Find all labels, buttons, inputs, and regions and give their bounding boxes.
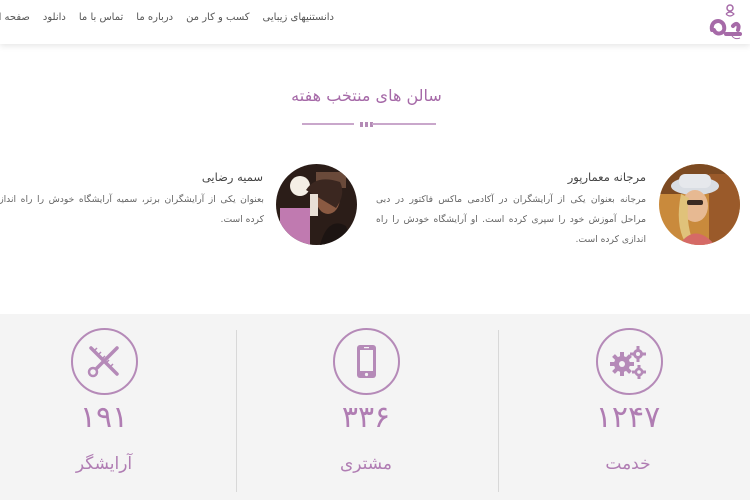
nav-beauty-tips[interactable]: دانستنیهای زیبایی [263, 12, 334, 23]
title-divider [302, 120, 436, 130]
stat-number-customers: ۳۳۶ [341, 400, 391, 435]
profile-avatar-somayeh [276, 164, 357, 245]
stat-number-services: ۱۲۴۷ [595, 400, 661, 435]
stats-divider [236, 330, 237, 492]
stats-section: ۱۲۴۷ خدمت ۳۳۶ مشتری ۱۹۱ آرایشگر [0, 314, 750, 500]
profile-avatar-marjaneh [659, 164, 740, 245]
nav-my-business[interactable]: کسب و کار من [186, 12, 249, 23]
scissors-comb-icon [71, 328, 138, 395]
stat-label-services: خدمت [605, 454, 651, 474]
nav-home[interactable]: صفحه اصلی [0, 12, 30, 23]
nav-contact[interactable]: تماس با ما [79, 12, 123, 23]
profile-description: مرجانه بعنوان یکی از آرایشگران در آکادمی… [376, 194, 646, 245]
nav-about[interactable]: درباره ما [136, 12, 173, 23]
featured-salons-title: سالن های منتخب هفته [291, 86, 442, 105]
profile-name: سمیه رضایی [201, 170, 263, 184]
mobile-phone-icon [333, 328, 400, 395]
nav-download[interactable]: دانلود [43, 12, 66, 23]
site-header: صفحه اصلی دانلود تماس با ما درباره ما کس… [0, 0, 750, 44]
profile-name: مرجانه معمارپور [567, 170, 646, 184]
main-nav: صفحه اصلی دانلود تماس با ما درباره ما کس… [0, 12, 334, 23]
stat-label-stylists: آرایشگر [75, 454, 133, 474]
stat-number-stylists: ۱۹۱ [79, 400, 129, 435]
stats-divider [498, 330, 499, 492]
salon-logo-icon[interactable] [702, 0, 746, 44]
stat-label-customers: مشتری [339, 454, 393, 474]
profile-description: بعنوان یکی از آرایشگران برتر، سمیه آرایش… [0, 194, 264, 225]
gears-icon [596, 328, 663, 395]
